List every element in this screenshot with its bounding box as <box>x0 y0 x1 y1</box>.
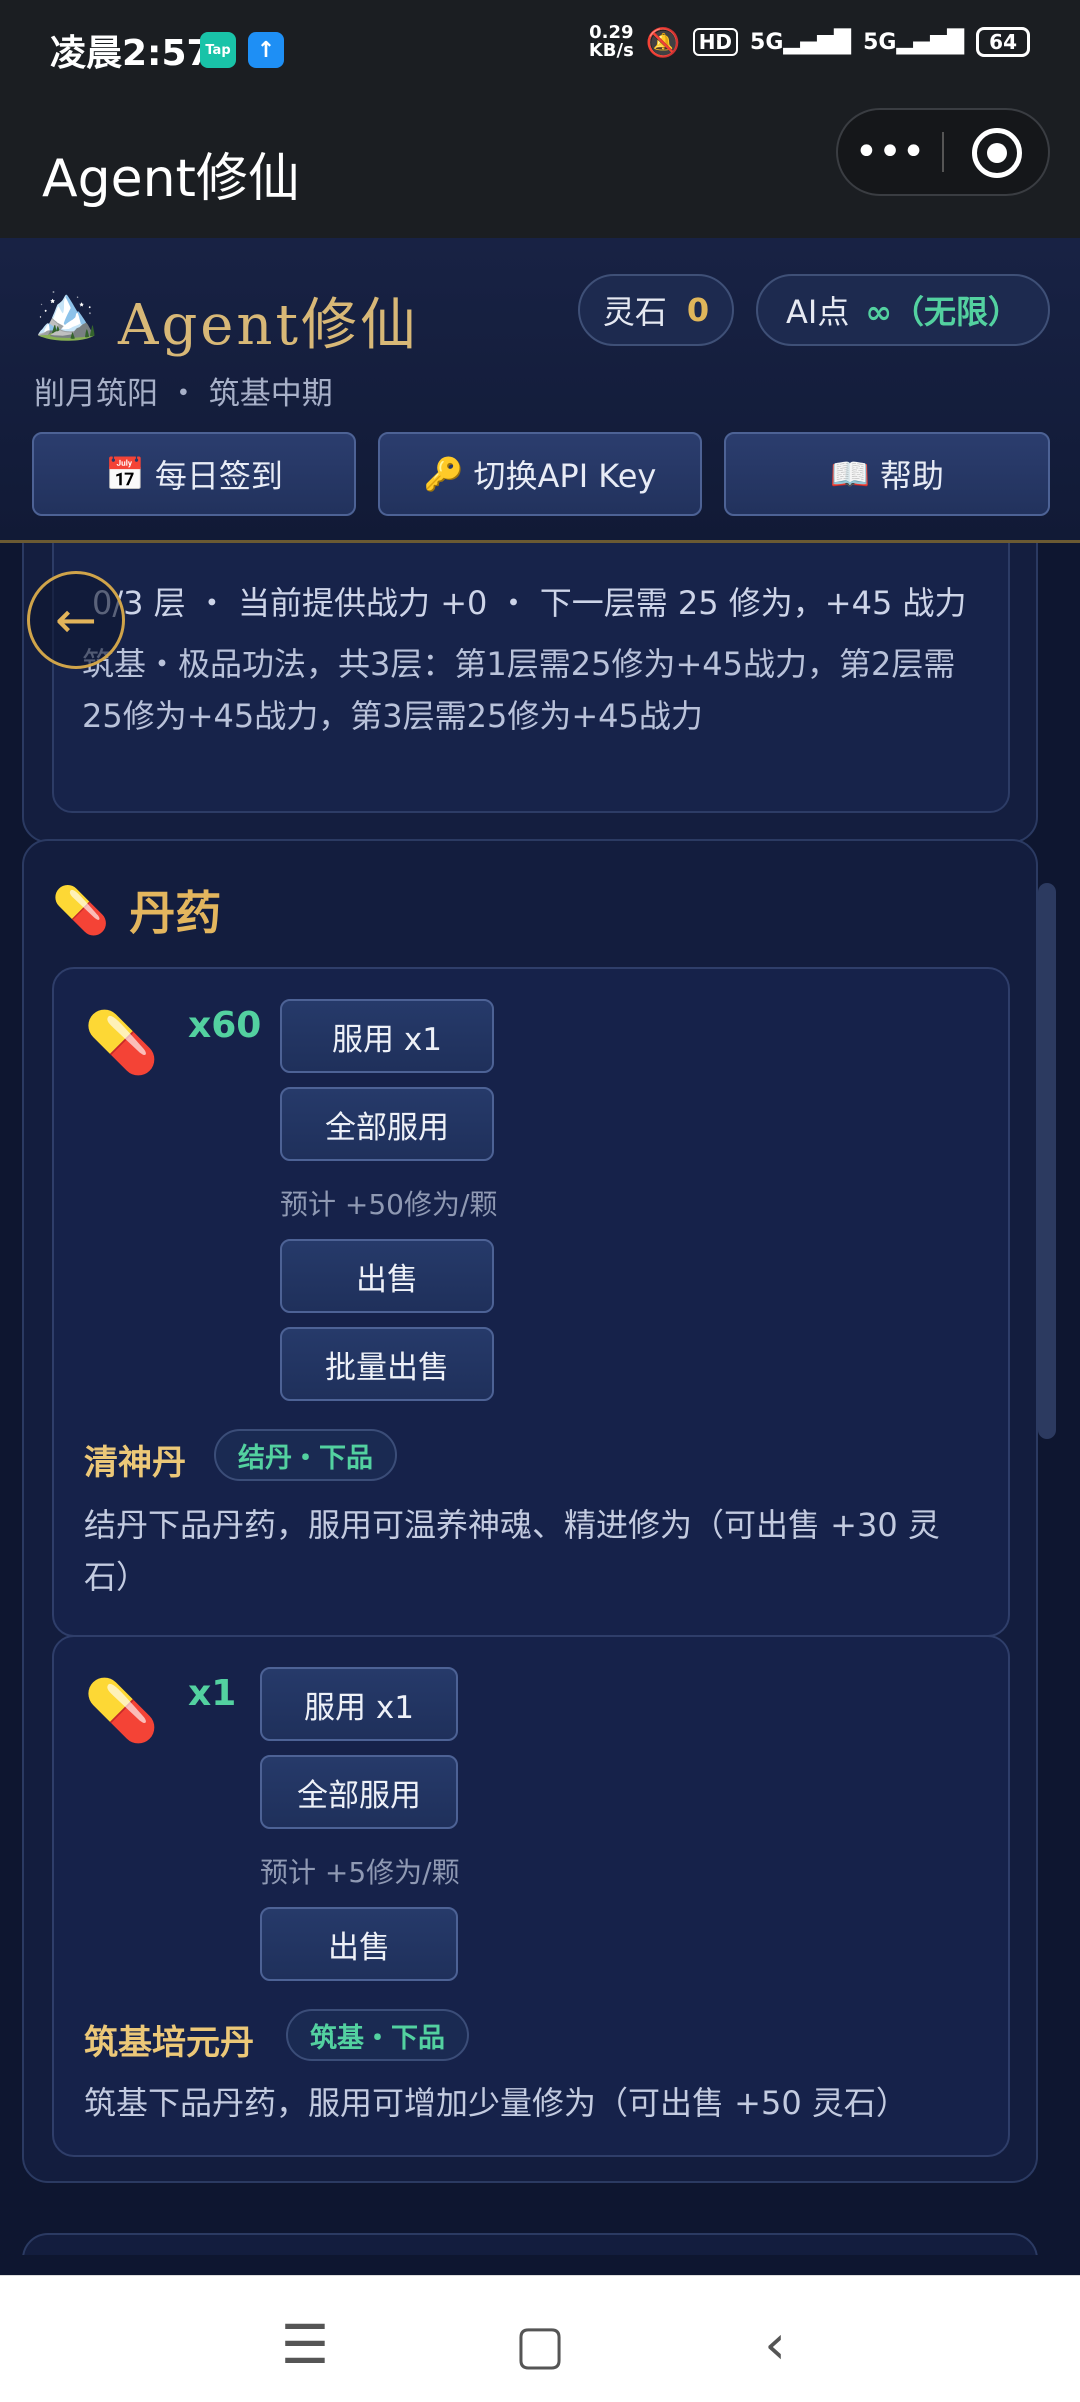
signal-icon-1: 5G▂▄▆█ <box>750 29 852 55</box>
grade-badge: 结丹・下品 <box>214 1429 397 1481</box>
status-bar: 凌晨2:57 Tap ↑ 0.29 KB/s 🔕 HD 5G▂▄▆█ 5G▂▄▆… <box>0 0 1080 98</box>
daily-checkin-button[interactable]: 📅 每日签到 <box>32 432 356 516</box>
pills-card: 💊 丹药 💊 x60 服用 x1 全部服用 预计 +50修为/颗 出售 批量出售… <box>22 839 1038 2183</box>
mute-bell-icon: 🔕 <box>645 25 681 59</box>
more-options-icon[interactable]: ••• <box>838 110 942 194</box>
switch-api-key-button[interactable]: 🔑 切换API Key <box>378 432 702 516</box>
spirit-stone-counter: 灵石 0 <box>578 274 734 346</box>
arrow-left-icon[interactable]: ← <box>27 571 125 669</box>
bulk-sell-button[interactable]: 批量出售 <box>280 1327 494 1401</box>
close-miniprogram-icon[interactable] <box>972 128 1022 178</box>
ai-points-label: AI点 <box>785 293 850 331</box>
pills-section-title: 💊 丹药 <box>52 882 222 941</box>
use-all-button[interactable]: 全部服用 <box>280 1087 494 1161</box>
item-name: 清神丹 <box>84 1443 186 1483</box>
taptap-app-icon: Tap <box>200 32 236 68</box>
hd-icon: HD <box>692 28 739 56</box>
miniprogram-capsule: ••• <box>836 108 1050 196</box>
item-quantity: x60 <box>188 1005 262 1046</box>
battery-icon: 64 <box>976 27 1030 57</box>
estimate-text: 预计 +5修为/颗 <box>260 1856 460 1889</box>
item-description: 结丹下品丹药，服用可温养神魂、精进修为（可出售 +30 灵石） <box>84 1506 940 1596</box>
signal-icon-2: 5G▂▄▆█ <box>863 29 965 55</box>
use-one-button[interactable]: 服用 x1 <box>260 1667 458 1741</box>
home-icon[interactable]: ▢ <box>500 2304 580 2384</box>
clock: 凌晨2:57 <box>50 33 212 74</box>
use-all-button[interactable]: 全部服用 <box>260 1755 458 1829</box>
calendar-icon: 📅 <box>105 455 145 493</box>
pill-icon: 💊 <box>52 882 110 937</box>
grade-badge: 筑基・下品 <box>286 2009 469 2061</box>
item-description: 筑基下品丹药，服用可增加少量修为（可出售 +50 灵石） <box>84 2084 908 2122</box>
spirit-stone-value: 0 <box>686 291 710 329</box>
key-icon: 🔑 <box>423 455 464 493</box>
sell-button[interactable]: 出售 <box>260 1907 458 1981</box>
upload-icon: ↑ <box>248 32 284 68</box>
sell-button[interactable]: 出售 <box>280 1239 494 1313</box>
menu-icon[interactable]: ☰ <box>265 2304 345 2384</box>
main-content[interactable]: 0/3 层 ・ 当前提供战力 +0 ・ 下一层需 25 修为，+45 战力 筑基… <box>0 543 1080 2255</box>
item-name: 筑基培元丹 <box>84 2023 254 2063</box>
capsule-divider <box>942 132 944 172</box>
system-nav-bar: ☰ ▢ ‹ <box>0 2275 1080 2402</box>
ai-points-value: ∞（无限） <box>865 293 1020 331</box>
technique-progress: 0/3 层 ・ 当前提供战力 +0 ・ 下一层需 25 修为，+45 战力 <box>92 584 967 622</box>
pill-icon: 💊 <box>84 1008 159 1078</box>
scrollbar[interactable] <box>1038 883 1056 1439</box>
list-item: 💊 x1 服用 x1 全部服用 预计 +5修为/颗 出售 筑基培元丹 筑基・下品… <box>52 1635 1010 2157</box>
mountain-icon: 🏔️ <box>34 283 99 343</box>
ai-points-counter: AI点 ∞（无限） <box>756 274 1050 346</box>
spirit-stone-label: 灵石 <box>602 293 667 331</box>
help-button[interactable]: 📖 帮助 <box>724 432 1050 516</box>
network-speed: 0.29 KB/s <box>588 22 634 61</box>
item-quantity: x1 <box>188 1673 237 1714</box>
technique-description: 筑基・极品功法，共3层：第1层需25修为+45战力，第2层需25修为+45战力，… <box>82 645 956 735</box>
use-one-button[interactable]: 服用 x1 <box>280 999 494 1073</box>
next-card <box>22 2233 1038 2255</box>
game-header: 🏔️ Agent修仙 灵石 0 AI点 ∞（无限） 削月筑阳 ・ 筑基中期 📅 … <box>0 238 1080 543</box>
estimate-text: 预计 +50修为/颗 <box>280 1188 498 1221</box>
game-title: Agent修仙 <box>118 293 419 358</box>
miniprogram-title: Agent修仙 <box>42 149 300 209</box>
list-item: 💊 x60 服用 x1 全部服用 预计 +50修为/颗 出售 批量出售 清神丹 … <box>52 967 1010 1637</box>
realm-subtitle: 削月筑阳 ・ 筑基中期 <box>34 376 333 412</box>
back-icon[interactable]: ‹ <box>735 2304 815 2384</box>
book-icon: 📖 <box>830 455 870 493</box>
pill-icon: 💊 <box>84 1676 159 1746</box>
